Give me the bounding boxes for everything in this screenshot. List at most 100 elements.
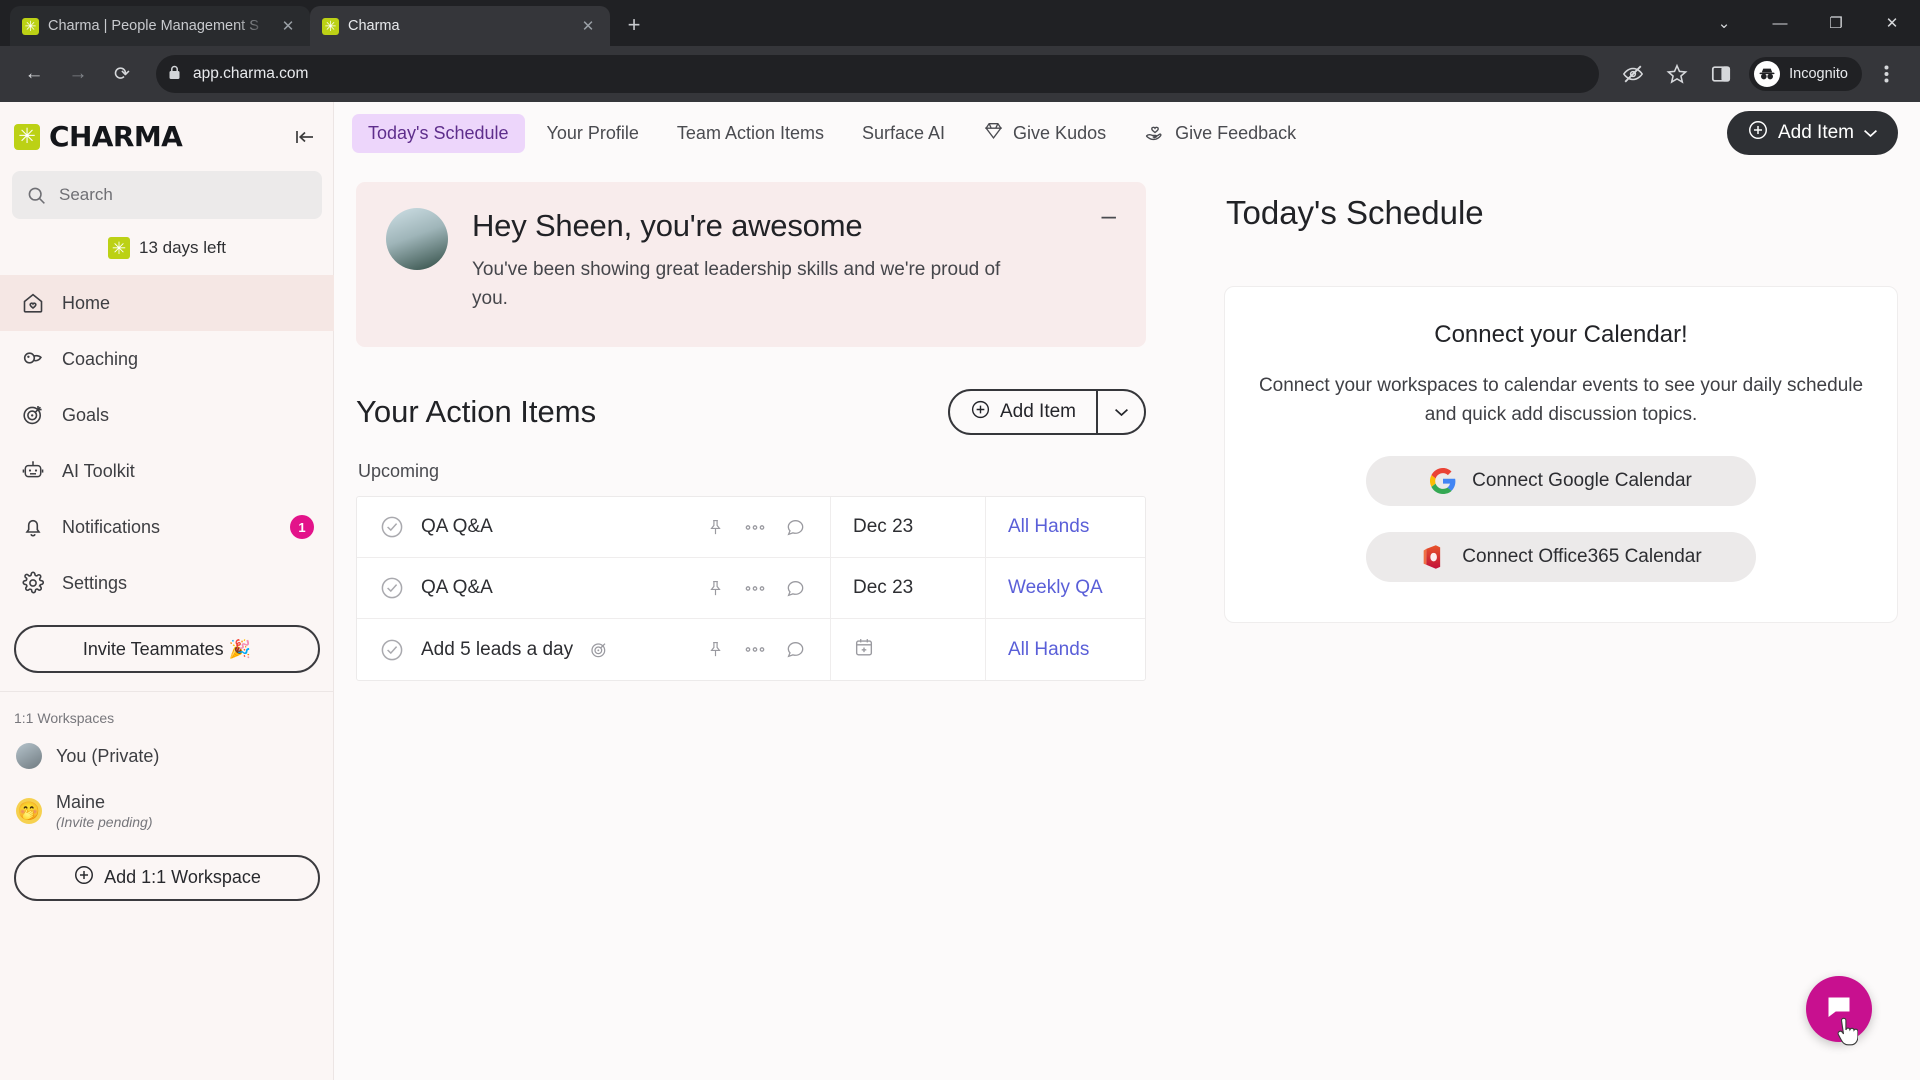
browser-tab-1[interactable]: ✳ Charma | People Management S ✕ xyxy=(10,6,310,46)
tab-your-profile[interactable]: Your Profile xyxy=(531,114,655,153)
logo-text: CHARMA xyxy=(49,120,183,153)
star-icon[interactable] xyxy=(1657,54,1697,94)
plus-circle-icon xyxy=(1747,119,1769,147)
hand-heart-icon xyxy=(1144,120,1166,147)
minimize-button[interactable]: — xyxy=(1752,0,1808,46)
row-actions xyxy=(706,578,830,599)
forward-icon[interactable]: → xyxy=(58,54,98,94)
search-input[interactable]: Search xyxy=(12,171,322,219)
more-options-icon[interactable] xyxy=(745,646,765,653)
comment-icon[interactable] xyxy=(785,639,806,660)
browser-tab-strip: ✳ Charma | People Management S ✕ ✳ Charm… xyxy=(0,0,1920,46)
plus-circle-icon xyxy=(970,399,991,426)
kudos-body: You've been showing great leadership ski… xyxy=(472,259,1001,309)
workspace-link[interactable]: All Hands xyxy=(985,619,1145,680)
back-icon[interactable]: ← xyxy=(14,54,54,94)
section-title: Your Action Items xyxy=(356,394,597,429)
action-items-table: QA Q&A Dec 23 All Hands QA Q&A Dec 23 We… xyxy=(356,496,1146,681)
table-row[interactable]: Add 5 leads a day All Hands xyxy=(357,619,1145,680)
comment-icon[interactable] xyxy=(785,578,806,599)
collapse-sidebar-icon[interactable] xyxy=(290,122,320,152)
browser-tab-2[interactable]: ✳ Charma ✕ xyxy=(310,6,610,46)
tab-todays-schedule[interactable]: Today's Schedule xyxy=(352,113,525,153)
add-item-button[interactable]: Add Item xyxy=(950,391,1096,433)
tab-team-action-items[interactable]: Team Action Items xyxy=(661,114,840,153)
lock-icon xyxy=(168,65,181,83)
due-date[interactable]: Dec 23 xyxy=(830,497,985,557)
calendar-plus-icon[interactable] xyxy=(853,636,875,664)
connect-google-calendar-button[interactable]: Connect Google Calendar xyxy=(1366,455,1756,506)
tab-surface-ai[interactable]: Surface AI xyxy=(846,114,961,153)
pin-icon[interactable] xyxy=(706,640,725,659)
tab-give-feedback[interactable]: Give Feedback xyxy=(1128,111,1312,156)
complete-checkbox-icon[interactable] xyxy=(379,514,405,540)
sidebar-item-ai-toolkit[interactable]: AI Toolkit xyxy=(0,443,334,499)
sidebar-item-home[interactable]: Home xyxy=(0,275,334,331)
trial-status: ✳ 13 days left xyxy=(0,219,334,275)
workspace-item-maine[interactable]: 🤭 Maine (Invite pending) xyxy=(0,780,334,843)
card-body: Connect your workspaces to calendar even… xyxy=(1258,375,1864,426)
charma-icon: ✳ xyxy=(322,17,339,35)
add-item-label: Add Item xyxy=(1777,122,1854,143)
address-bar[interactable]: app.charma.com xyxy=(156,55,1600,93)
table-row[interactable]: QA Q&A Dec 23 Weekly QA xyxy=(357,558,1145,619)
eye-off-icon[interactable] xyxy=(1613,54,1653,94)
connect-office365-calendar-button[interactable]: Connect Office365 Calendar xyxy=(1366,531,1756,582)
task-title: Add 5 leads a day xyxy=(421,638,574,660)
three-dot-menu-icon[interactable] xyxy=(1866,54,1906,94)
charma-logo[interactable]: ✳ CHARMA xyxy=(14,120,290,153)
avatar: 🤭 xyxy=(16,798,42,825)
workspace-item-you[interactable]: You (Private) xyxy=(0,732,334,780)
reload-icon[interactable]: ⟳ xyxy=(102,54,142,94)
tab-label: Surface AI xyxy=(861,122,946,143)
task-title: QA Q&A xyxy=(421,516,493,537)
maximize-button[interactable]: ❐ xyxy=(1808,0,1864,46)
plus-circle-icon xyxy=(73,864,95,891)
pin-icon[interactable] xyxy=(706,518,725,537)
complete-checkbox-icon[interactable] xyxy=(379,575,405,601)
content-columns: Hey Sheen, you're awesome You've been sh… xyxy=(334,164,1920,1080)
main-content: Today's Schedule Your Profile Team Actio… xyxy=(334,102,1920,1080)
chevron-down-icon[interactable]: ⌄ xyxy=(1696,0,1752,46)
charma-icon: ✳ xyxy=(22,17,39,35)
more-options-icon[interactable] xyxy=(745,524,765,531)
add-item-button-top[interactable]: Add Item xyxy=(1726,111,1898,155)
workspace-link[interactable]: Weekly QA xyxy=(985,558,1145,618)
sidebar-item-coaching[interactable]: Coaching xyxy=(0,331,334,387)
avatar xyxy=(386,208,448,270)
add-due-date-cell[interactable] xyxy=(830,619,985,680)
window-controls: ⌄ — ❐ ✕ xyxy=(1696,0,1920,46)
upcoming-label: Upcoming xyxy=(358,461,440,481)
minimize-icon[interactable]: – xyxy=(1102,202,1116,227)
workspace-link[interactable]: All Hands xyxy=(985,497,1145,557)
add-workspace-button[interactable]: Add 1:1 Workspace xyxy=(14,854,320,901)
comment-icon[interactable] xyxy=(785,517,806,538)
search-icon xyxy=(28,187,45,204)
sidebar-item-label: Settings xyxy=(62,572,128,593)
sidebar-item-notifications[interactable]: Notifications 1 xyxy=(0,499,334,555)
task-cell: QA Q&A xyxy=(357,497,830,557)
complete-checkbox-icon[interactable] xyxy=(379,637,405,663)
close-window-button[interactable]: ✕ xyxy=(1864,0,1920,46)
tab-give-kudos[interactable]: Give Kudos xyxy=(967,111,1122,155)
schedule-title: Today's Schedule xyxy=(1226,194,1484,231)
chevron-down-icon[interactable] xyxy=(1098,391,1144,433)
invite-teammates-button[interactable]: Invite Teammates 🎉 xyxy=(14,625,320,673)
sidebar-item-goals[interactable]: Goals xyxy=(0,387,334,443)
incognito-profile-button[interactable]: Incognito xyxy=(1749,57,1862,91)
google-icon xyxy=(1430,467,1456,494)
more-options-icon[interactable] xyxy=(745,585,765,592)
target-icon xyxy=(589,640,609,660)
add-item-split-button: Add Item xyxy=(947,389,1146,435)
new-tab-button[interactable]: + xyxy=(616,7,652,43)
due-date[interactable]: Dec 23 xyxy=(830,558,985,618)
close-icon[interactable]: ✕ xyxy=(578,17,598,35)
target-icon xyxy=(20,403,46,427)
pin-icon[interactable] xyxy=(706,579,725,598)
close-icon[interactable]: ✕ xyxy=(278,17,298,35)
sidebar-item-settings[interactable]: Settings xyxy=(0,555,334,611)
table-row[interactable]: QA Q&A Dec 23 All Hands xyxy=(357,497,1145,558)
tab-label: Give Kudos xyxy=(1013,122,1107,143)
side-panel-icon[interactable] xyxy=(1701,54,1741,94)
tab-label: Your Profile xyxy=(546,122,639,143)
